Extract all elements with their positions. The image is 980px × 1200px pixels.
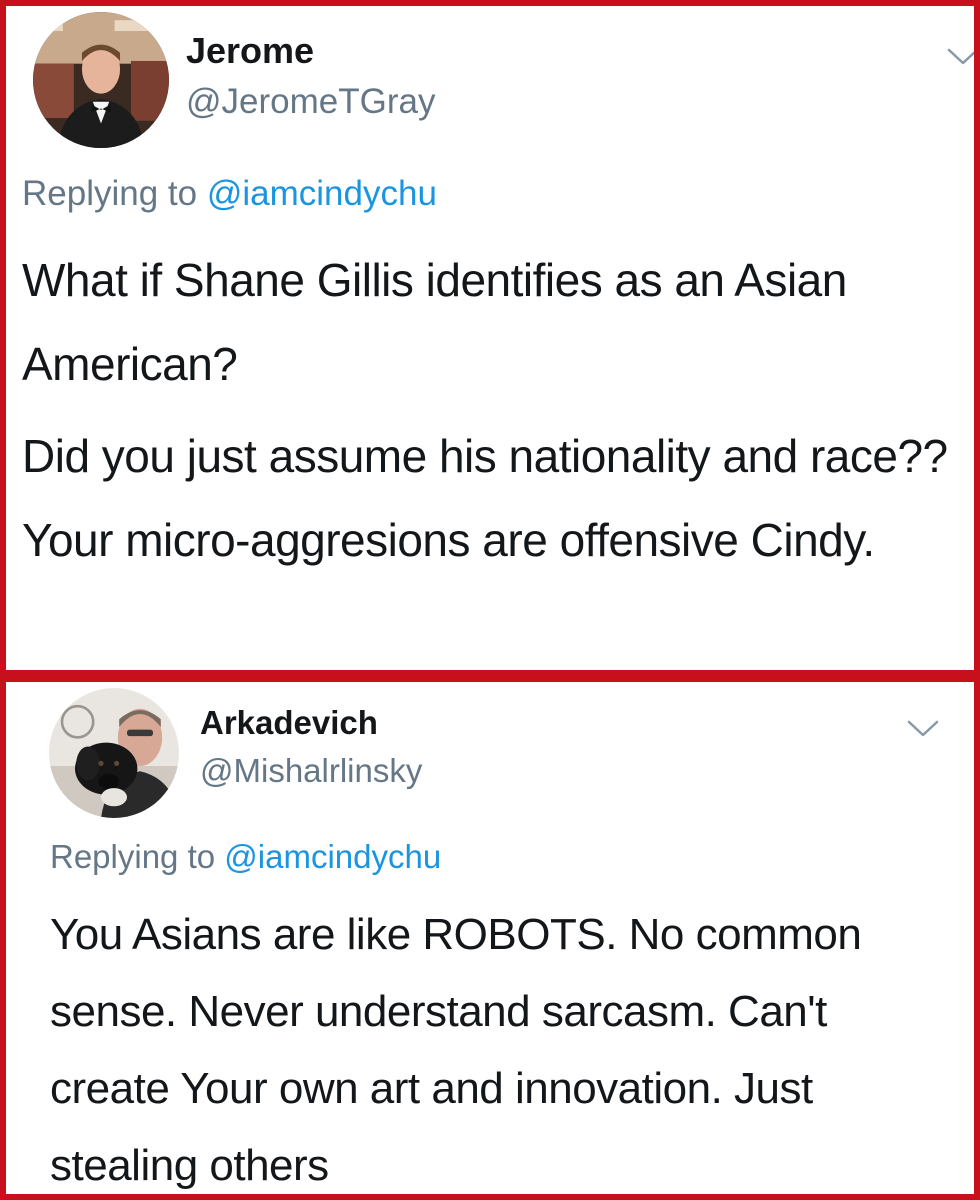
user-handle[interactable]: @JeromeTGray (186, 82, 435, 122)
replying-to-label: Replying to (50, 838, 216, 875)
chevron-down-icon[interactable] (906, 718, 940, 740)
replying-to-line: Replying to @iamcindychu (22, 174, 437, 214)
profile-photo-icon (49, 688, 179, 818)
replying-to-label: Replying to (22, 174, 198, 213)
replying-to-line: Replying to @iamcindychu (50, 838, 441, 876)
display-name[interactable]: Jerome (186, 30, 314, 72)
tweet-card[interactable]: Arkadevich @Mishalrlinsky Replying to @i… (0, 676, 980, 1200)
tweet-paragraph: You Asians are like ROBOTS. No common se… (50, 910, 862, 1190)
mention-link[interactable]: @iamcindychu (224, 838, 441, 875)
tweet-text: You Asians are like ROBOTS. No common se… (50, 896, 950, 1194)
mention-link[interactable]: @iamcindychu (207, 174, 437, 213)
user-handle[interactable]: @Mishalrlinsky (200, 752, 422, 790)
display-name[interactable]: Arkadevich (200, 704, 378, 742)
avatar[interactable] (33, 12, 169, 148)
tweet-paragraph: What if Shane Gillis identifies as an As… (22, 254, 847, 390)
avatar[interactable] (49, 688, 179, 818)
tweet-card[interactable]: Jerome @JeromeTGray Replying to @iamcind… (0, 0, 980, 676)
tweet-text: What if Shane Gillis identifies as an As… (22, 238, 962, 582)
profile-photo-icon (33, 12, 169, 148)
tweet-paragraph: Did you just assume his nationality and … (22, 430, 948, 566)
chevron-down-icon[interactable] (946, 46, 974, 68)
